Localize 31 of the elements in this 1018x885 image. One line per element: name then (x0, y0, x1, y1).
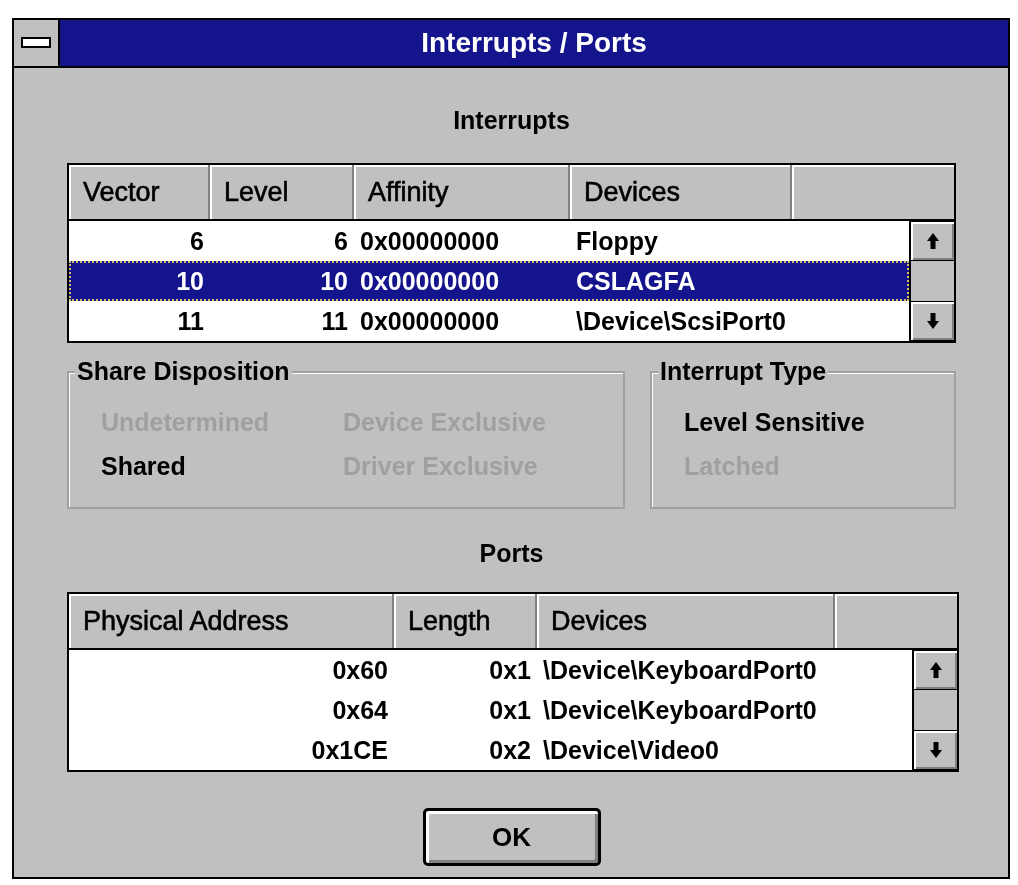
down-arrow-icon (925, 312, 940, 330)
up-arrow-icon (928, 661, 943, 679)
column-header[interactable]: Physical Address (69, 594, 394, 648)
section-heading: Interrupts (453, 106, 570, 135)
scroll-up-button[interactable] (911, 221, 954, 261)
option-label: Shared (101, 451, 187, 481)
up-arrow-icon (925, 232, 940, 250)
selected-list-row[interactable]: 10 10 0x00000000 CSLAGFA (69, 261, 909, 301)
list-row[interactable]: 6 6 0x00000000 Floppy (69, 221, 909, 261)
list-row[interactable]: 0x60 0x1 \Device\KeyboardPort0 (69, 650, 912, 690)
section-heading: Ports (479, 539, 544, 568)
scrollbar[interactable] (909, 221, 954, 341)
column-header[interactable]: Devices (537, 594, 835, 648)
column-header[interactable]: Affinity (354, 165, 570, 219)
window-title: Interrupts / Ports (420, 26, 648, 60)
column-header[interactable]: Length (394, 594, 537, 648)
list-row[interactable]: 11 11 0x00000000 \Device\ScsiPort0 (69, 301, 909, 341)
column-header[interactable]: Vector (69, 165, 210, 219)
scrollbar[interactable] (912, 650, 957, 770)
list-row[interactable]: 0x64 0x1 \Device\KeyboardPort0 (69, 690, 912, 730)
system-menu-button[interactable] (14, 20, 60, 66)
scroll-up-button[interactable] (914, 650, 957, 690)
column-header[interactable]: Level (210, 165, 354, 219)
option-label: Level Sensitive (684, 407, 866, 437)
list-row[interactable]: 0x1CE 0x2 \Device\Video0 (69, 730, 912, 770)
scroll-down-button[interactable] (911, 301, 954, 341)
scroll-down-button[interactable] (914, 730, 957, 770)
column-header[interactable]: Devices (570, 165, 792, 219)
down-arrow-icon (928, 741, 943, 759)
ok-button[interactable]: OK (422, 808, 601, 866)
minus-icon (21, 37, 51, 49)
